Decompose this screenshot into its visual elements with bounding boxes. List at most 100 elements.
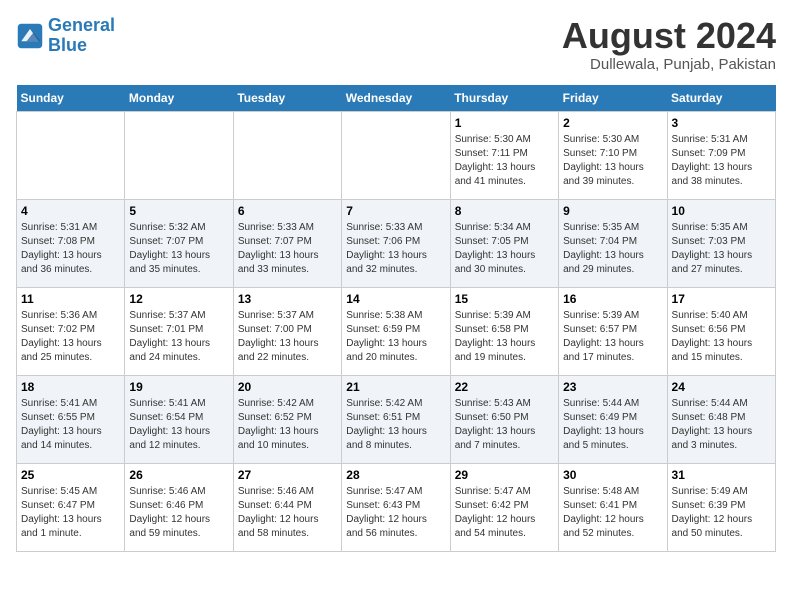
day-cell: 29 Sunrise: 5:47 AMSunset: 6:42 PMDayligh… [450,463,558,551]
day-cell: 27 Sunrise: 5:46 AMSunset: 6:44 PMDayligh… [233,463,341,551]
day-cell: 22Sunrise: 5:43 AMSunset: 6:50 PMDayligh… [450,375,558,463]
title-block: August 2024 Dullewala, Punjab, Pakistan [562,16,776,73]
day-cell [17,111,125,199]
day-cell [233,111,341,199]
day-info: Sunrise: 5:31 AMSunset: 7:09 PMDaylight:… [672,133,771,189]
day-info: Sunrise: 5:35 AMSunset: 7:04 PMDaylight:… [563,221,662,277]
day-info: Sunrise: 5:41 AMSunset: 6:55 PMDaylight:… [21,397,120,453]
day-cell: 5 Sunrise: 5:32 AMSunset: 7:07 PMDaylight… [125,199,233,287]
day-number: 24 [672,380,771,394]
day-number: 12 [129,292,228,306]
day-info: Sunrise: 5:40 AMSunset: 6:56 PMDaylight:… [672,309,771,365]
month-title: August 2024 [562,16,776,56]
day-info: Sunrise: 5:44 AMSunset: 6:49 PMDaylight:… [563,397,662,453]
day-number: 11 [21,292,120,306]
day-number: 27 [238,468,337,482]
day-number: 21 [346,380,445,394]
day-info: Sunrise: 5:32 AMSunset: 7:07 PMDaylight:… [129,221,228,277]
day-number: 14 [346,292,445,306]
day-info: Sunrise: 5:42 AMSunset: 6:52 PMDaylight:… [238,397,337,453]
day-number: 4 [21,204,120,218]
day-cell: 7 Sunrise: 5:33 AMSunset: 7:06 PMDaylight… [342,199,450,287]
day-info: Sunrise: 5:45 AMSunset: 6:47 PMDaylight:… [21,485,120,541]
day-cell: 11 Sunrise: 5:36 AMSunset: 7:02 PMDayligh… [17,287,125,375]
day-info: Sunrise: 5:35 AMSunset: 7:03 PMDaylight:… [672,221,771,277]
day-info: Sunrise: 5:46 AMSunset: 6:46 PMDaylight:… [129,485,228,541]
logo-text: General Blue [48,16,115,56]
day-cell: 14 Sunrise: 5:38 AMSunset: 6:59 PMDayligh… [342,287,450,375]
logo-icon [16,22,44,50]
day-cell: 2Sunrise: 5:30 AMSunset: 7:10 PMDaylight… [559,111,667,199]
day-cell: 4Sunrise: 5:31 AMSunset: 7:08 PMDaylight… [17,199,125,287]
weekday-header-tuesday: Tuesday [233,85,341,112]
day-info: Sunrise: 5:42 AMSunset: 6:51 PMDaylight:… [346,397,445,453]
day-number: 15 [455,292,554,306]
day-number: 9 [563,204,662,218]
day-number: 5 [129,204,228,218]
calendar-table: SundayMondayTuesdayWednesdayThursdayFrid… [16,85,776,552]
day-cell: 30 Sunrise: 5:48 AMSunset: 6:41 PMDayligh… [559,463,667,551]
day-cell: 25 Sunrise: 5:45 AMSunset: 6:47 PMDayligh… [17,463,125,551]
week-row-2: 4Sunrise: 5:31 AMSunset: 7:08 PMDaylight… [17,199,776,287]
day-number: 23 [563,380,662,394]
day-cell: 21 Sunrise: 5:42 AMSunset: 6:51 PMDayligh… [342,375,450,463]
day-number: 28 [346,468,445,482]
day-number: 26 [129,468,228,482]
weekday-header-monday: Monday [125,85,233,112]
day-info: Sunrise: 5:39 AMSunset: 6:58 PMDaylight:… [455,309,554,365]
weekday-header-sunday: Sunday [17,85,125,112]
day-cell: 18 Sunrise: 5:41 AMSunset: 6:55 PMDayligh… [17,375,125,463]
day-info: Sunrise: 5:37 AMSunset: 7:01 PMDaylight:… [129,309,228,365]
weekday-header-friday: Friday [559,85,667,112]
logo-line2: Blue [48,35,87,55]
weekday-header-thursday: Thursday [450,85,558,112]
day-cell: 8Sunrise: 5:34 AMSunset: 7:05 PMDaylight… [450,199,558,287]
day-number: 31 [672,468,771,482]
day-info: Sunrise: 5:43 AMSunset: 6:50 PMDaylight:… [455,397,554,453]
day-cell: 15 Sunrise: 5:39 AMSunset: 6:58 PMDayligh… [450,287,558,375]
day-number: 1 [455,116,554,130]
day-cell: 9 Sunrise: 5:35 AMSunset: 7:04 PMDaylight… [559,199,667,287]
day-info: Sunrise: 5:47 AMSunset: 6:43 PMDaylight:… [346,485,445,541]
day-number: 3 [672,116,771,130]
week-row-3: 11 Sunrise: 5:36 AMSunset: 7:02 PMDayligh… [17,287,776,375]
day-cell: 20Sunrise: 5:42 AMSunset: 6:52 PMDayligh… [233,375,341,463]
day-number: 17 [672,292,771,306]
day-number: 19 [129,380,228,394]
page-header: General Blue August 2024 Dullewala, Punj… [16,16,776,73]
day-cell: 10Sunrise: 5:35 AMSunset: 7:03 PMDayligh… [667,199,775,287]
weekday-header-row: SundayMondayTuesdayWednesdayThursdayFrid… [17,85,776,112]
day-info: Sunrise: 5:44 AMSunset: 6:48 PMDaylight:… [672,397,771,453]
day-info: Sunrise: 5:47 AMSunset: 6:42 PMDaylight:… [455,485,554,541]
day-info: Sunrise: 5:36 AMSunset: 7:02 PMDaylight:… [21,309,120,365]
day-info: Sunrise: 5:37 AMSunset: 7:00 PMDaylight:… [238,309,337,365]
day-number: 18 [21,380,120,394]
day-info: Sunrise: 5:48 AMSunset: 6:41 PMDaylight:… [563,485,662,541]
day-info: Sunrise: 5:30 AMSunset: 7:11 PMDaylight:… [455,133,554,189]
day-cell: 23 Sunrise: 5:44 AMSunset: 6:49 PMDayligh… [559,375,667,463]
day-info: Sunrise: 5:41 AMSunset: 6:54 PMDaylight:… [129,397,228,453]
day-info: Sunrise: 5:38 AMSunset: 6:59 PMDaylight:… [346,309,445,365]
day-number: 29 [455,468,554,482]
day-cell: 24 Sunrise: 5:44 AMSunset: 6:48 PMDayligh… [667,375,775,463]
day-number: 8 [455,204,554,218]
week-row-4: 18 Sunrise: 5:41 AMSunset: 6:55 PMDayligh… [17,375,776,463]
day-info: Sunrise: 5:33 AMSunset: 7:06 PMDaylight:… [346,221,445,277]
day-cell: 17 Sunrise: 5:40 AMSunset: 6:56 PMDayligh… [667,287,775,375]
day-number: 30 [563,468,662,482]
day-info: Sunrise: 5:49 AMSunset: 6:39 PMDaylight:… [672,485,771,541]
week-row-5: 25 Sunrise: 5:45 AMSunset: 6:47 PMDayligh… [17,463,776,551]
day-info: Sunrise: 5:39 AMSunset: 6:57 PMDaylight:… [563,309,662,365]
day-number: 13 [238,292,337,306]
day-cell: 16Sunrise: 5:39 AMSunset: 6:57 PMDayligh… [559,287,667,375]
week-row-1: 1 Sunrise: 5:30 AMSunset: 7:11 PMDaylight… [17,111,776,199]
day-cell: 26 Sunrise: 5:46 AMSunset: 6:46 PMDayligh… [125,463,233,551]
logo: General Blue [16,16,115,56]
day-info: Sunrise: 5:46 AMSunset: 6:44 PMDaylight:… [238,485,337,541]
day-cell: 13 Sunrise: 5:37 AMSunset: 7:00 PMDayligh… [233,287,341,375]
day-info: Sunrise: 5:33 AMSunset: 7:07 PMDaylight:… [238,221,337,277]
day-cell [342,111,450,199]
day-number: 25 [21,468,120,482]
day-number: 7 [346,204,445,218]
weekday-header-saturday: Saturday [667,85,775,112]
